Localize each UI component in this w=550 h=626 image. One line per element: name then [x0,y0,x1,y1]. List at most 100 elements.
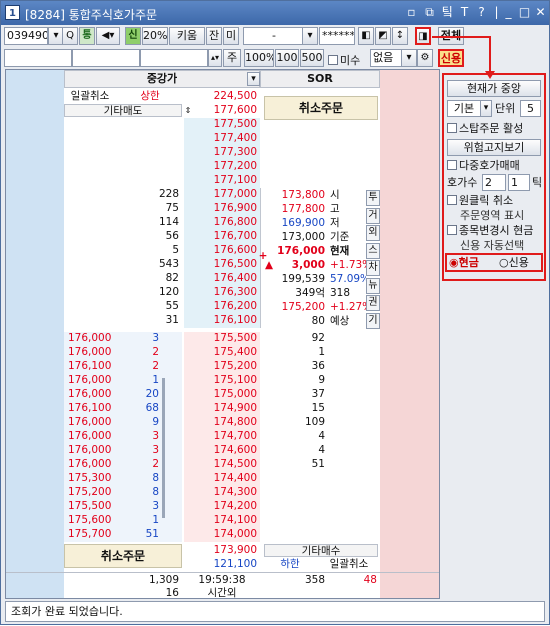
bid-price[interactable]: 175,000 [184,388,260,401]
ask-qty[interactable] [64,160,182,173]
bid-price[interactable]: 175,400 [184,346,260,359]
ask-price[interactable]: 177,400 [184,132,260,145]
credit-radio[interactable]: ○신용 [499,256,529,269]
ask-price[interactable]: 176,100 [184,314,260,327]
bid-price[interactable]: 174,200 [184,500,260,513]
oneclick-cancel-checkbox[interactable]: 원클릭 취소 [447,194,513,207]
panel-toggle-icon[interactable]: ◨ [415,27,431,45]
margin-20-button[interactable]: 20% [142,27,168,45]
ask-price[interactable]: 176,500 [184,258,260,271]
bid-price[interactable]: 174,100 [184,514,260,527]
percent-100-button[interactable]: 100% [244,49,274,67]
bid-qty[interactable]: 15 [264,402,328,415]
bulk-cancel-bottom[interactable]: 일괄취소 [318,558,380,571]
ask-qty[interactable]: 31 [64,314,182,327]
ask-qty[interactable]: 55 [64,300,182,313]
bid-qty[interactable]: 1 [264,346,328,359]
ask-price[interactable]: 177,500 [184,118,260,131]
order-field-1[interactable] [4,49,72,67]
stock-code-input[interactable]: 039490 [4,27,48,45]
side-tab[interactable]: 기 [366,312,380,329]
order-field-2[interactable] [72,49,140,67]
bid-qty[interactable]: 36 [264,360,328,373]
bid-price[interactable]: 174,600 [184,444,260,457]
option-select[interactable]: 없음 [370,49,402,67]
cancel-order-bottom[interactable]: 취소주문 [64,544,182,568]
ask-qty[interactable]: 56 [64,230,182,243]
minimize-icon[interactable]: _ [501,5,516,20]
fill-scrollbar[interactable] [162,378,165,518]
misu-checkbox[interactable]: 미수 [328,52,360,68]
all-button[interactable]: 전체 [438,27,464,45]
bid-qty[interactable]: 109 [264,416,328,429]
bid-price[interactable]: 175,100 [184,374,260,387]
qty-500-button[interactable]: 500 [300,49,324,67]
hoga-count-2-select[interactable]: 1 [508,174,530,191]
bid-price[interactable]: 174,500 [184,458,260,471]
pin-icon[interactable]: 팈 [440,5,455,20]
ask-qty[interactable] [64,132,182,145]
qty-100-button[interactable]: 100 [275,49,299,67]
bid-qty[interactable] [264,500,328,513]
bid-price[interactable]: 174,400 [184,472,260,485]
bid-price[interactable]: 175,200 [184,360,260,373]
bid-qty[interactable] [264,486,328,499]
ask-qty[interactable]: 120 [64,286,182,299]
ask-qty[interactable] [64,146,182,159]
ask-qty[interactable]: 5 [64,244,182,257]
ask-price[interactable]: 177,300 [184,146,260,159]
unfilled-button[interactable]: 미 [223,27,239,45]
ask-price[interactable]: 176,400 [184,272,260,285]
credit-sin-button[interactable]: 신 [125,27,141,45]
ask-price[interactable]: 176,300 [184,286,260,299]
side-tab[interactable]: 권 [366,295,380,311]
center-current-price-button[interactable]: 현재가 중앙 [447,80,541,97]
code-change-checkbox[interactable]: 종목변경시 현금 [447,224,533,237]
ask-qty[interactable] [64,118,182,131]
bid-price[interactable]: 174,000 [184,528,260,541]
gear-icon[interactable]: ⚙ [417,49,433,67]
account-dropdown-icon[interactable]: ▾ [302,27,318,45]
unit-input[interactable]: 5 [520,100,541,117]
ask-qty[interactable]: 543 [64,258,182,271]
bid-price[interactable]: 174,300 [184,486,260,499]
stop-order-checkbox[interactable]: 스탑주문 활성 [447,122,523,135]
updown-icon[interactable]: ↕ [392,27,408,45]
search-icon[interactable]: Q [62,27,78,45]
ask-price[interactable]: 176,600 [184,244,260,257]
basic-select[interactable]: 기본 [447,100,481,117]
ask-qty[interactable]: 228 [64,188,182,201]
maximize-icon[interactable]: □ [517,5,532,20]
option-dropdown-icon[interactable]: ▾ [401,49,417,67]
qty-spinner-icon[interactable]: ▴▾ [208,49,222,67]
ask-price[interactable]: 176,900 [184,202,260,215]
ask-price[interactable]: 176,800 [184,216,260,229]
credit-button[interactable]: 신용 [438,49,464,67]
cash-radio[interactable]: ◉현금 [449,256,479,269]
bid-qty[interactable] [264,472,328,485]
bid-qty[interactable]: 51 [264,458,328,471]
ask-qty[interactable]: 82 [64,272,182,285]
tong-button[interactable]: 통 [79,27,95,45]
speaker-icon[interactable]: ◀▾ [96,27,120,45]
ask-qty[interactable]: 114 [64,216,182,229]
mid-header-dropdown-icon[interactable]: ▾ [247,72,260,86]
balance-button[interactable]: 잔 [206,27,222,45]
bid-qty[interactable]: 4 [264,444,328,457]
side-tab[interactable]: 거 [366,207,380,224]
risk-notice-button[interactable]: 위험고지보기 [447,139,541,156]
account-select[interactable]: - [243,27,303,45]
ask-price[interactable]: 176,700 [184,230,260,243]
ask-qty[interactable]: 75 [64,202,182,215]
bid-price[interactable]: 175,500 [184,332,260,345]
other-sell-spinner-icon[interactable]: ⇕ [183,104,193,117]
ask-price[interactable]: 177,200 [184,160,260,173]
layout1-icon[interactable]: ◧ [358,27,374,45]
side-tab[interactable]: 외 [366,225,380,241]
bid-price[interactable]: 174,900 [184,402,260,415]
hoga-count-1-select[interactable]: 2 [482,174,506,191]
bid-qty[interactable]: 9 [264,374,328,387]
cancel-order-top[interactable]: 취소주문 [264,96,378,120]
bid-qty[interactable]: 92 [264,332,328,345]
help-icon[interactable]: ? [474,5,489,20]
